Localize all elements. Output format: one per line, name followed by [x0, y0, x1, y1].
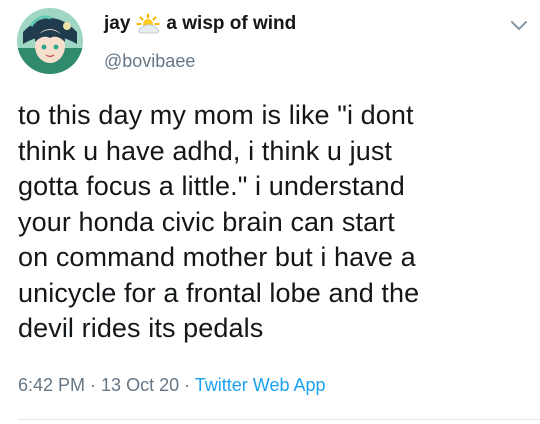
tweet-text-line: gotta focus a little." i understand — [18, 171, 405, 201]
user-handle[interactable]: @bovibaee — [104, 51, 296, 72]
display-name-suffix: a wisp of wind — [166, 13, 297, 34]
meta-separator: · — [179, 375, 195, 395]
tweet-date[interactable]: 13 Oct 20 — [101, 375, 179, 395]
tweet-time[interactable]: 6:42 PM — [18, 375, 85, 395]
tweet-text-line: on command mother but i have a — [18, 242, 416, 272]
tweet-text: to this day my mom is like "i dont think… — [18, 98, 523, 347]
avatar[interactable] — [17, 8, 83, 74]
tweet-text-line: devil rides its pedals — [18, 313, 264, 343]
tweet-metadata: 6:42 PM · 13 Oct 20 · Twitter Web App — [18, 375, 326, 396]
divider — [18, 419, 540, 420]
tweet-header: jay a wisp of wind @bovibaee — [104, 11, 296, 72]
tweet-text-line: to this day my mom is like "i dont — [18, 100, 414, 130]
chevron-down-icon[interactable] — [510, 18, 528, 32]
tweet-text-line: think u have adhd, i think u just — [18, 135, 393, 166]
tweet-text-line: your honda civic brain can start — [18, 206, 395, 237]
avatar-image — [17, 8, 83, 74]
tweet-source-link[interactable]: Twitter Web App — [195, 375, 326, 395]
display-name-text: jay — [104, 13, 131, 34]
tweet-card: jay a wisp of wind @bovibaee to this day… — [0, 0, 540, 424]
sun-behind-cloud-icon — [136, 13, 160, 35]
display-name[interactable]: jay a wisp of wind — [104, 11, 296, 37]
tweet-text-line: unicycle for a frontal lobe and the — [18, 277, 420, 308]
meta-separator: · — [85, 375, 102, 395]
